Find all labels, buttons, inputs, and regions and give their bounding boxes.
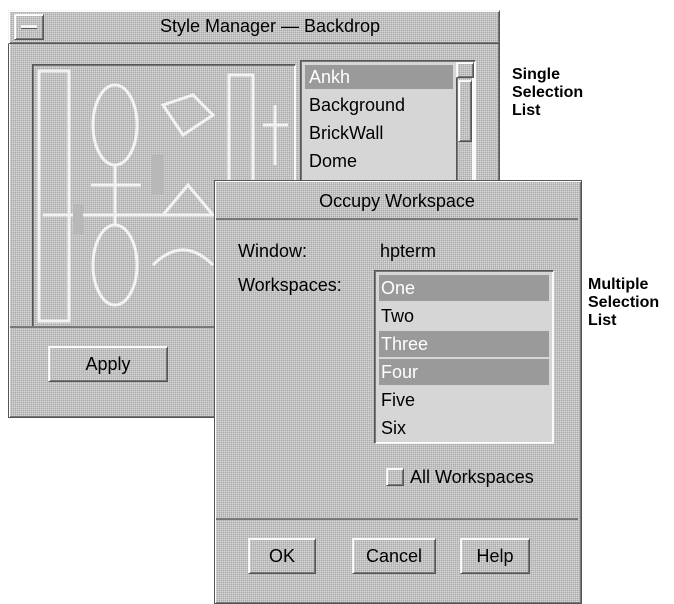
workspace-item-four[interactable]: Four: [379, 359, 549, 385]
annotation-line: Multiple: [588, 276, 649, 293]
workspace-item-six[interactable]: Six: [379, 415, 549, 441]
cancel-button[interactable]: Cancel: [352, 538, 436, 574]
style-manager-title: Style Manager — Backdrop: [159, 16, 381, 36]
ok-button[interactable]: OK: [248, 538, 316, 574]
dialog-title: Occupy Workspace: [319, 191, 475, 211]
multiple-selection-annotation: Multiple Selection List: [588, 276, 659, 330]
all-workspaces-checkbox[interactable]: [386, 468, 404, 486]
window-menu-icon: [21, 25, 37, 29]
window-menu-button[interactable]: [14, 14, 44, 40]
workspace-item-one[interactable]: One: [379, 275, 549, 301]
workspaces-label: Workspaces:: [238, 275, 342, 295]
annotation-line: Selection: [588, 294, 660, 311]
window-label: Window:: [238, 241, 308, 261]
annotation-line: Selection: [512, 84, 584, 101]
divider: [216, 218, 578, 220]
divider: [216, 518, 578, 520]
list-item[interactable]: Dome: [309, 149, 357, 173]
workspaces-list[interactable]: One Two Three Four Five Six: [374, 270, 554, 444]
all-workspaces-label[interactable]: All Workspaces: [410, 464, 534, 490]
workspace-item-two[interactable]: Two: [379, 303, 549, 329]
backdrop-list[interactable]: Ankh Background BrickWall Dome: [300, 60, 476, 190]
annotation-line: List: [588, 312, 617, 329]
scrollbar-thumb[interactable]: [458, 80, 472, 142]
list-item[interactable]: Ankh: [305, 65, 453, 89]
workspace-item-five[interactable]: Five: [379, 387, 549, 413]
workspace-item-three[interactable]: Three: [379, 331, 549, 357]
annotation-line: Single: [512, 66, 561, 83]
single-selection-annotation: Single Selection List: [512, 66, 583, 120]
scroll-up-arrow-icon[interactable]: [456, 62, 474, 78]
help-button[interactable]: Help: [460, 538, 530, 574]
apply-button[interactable]: Apply: [48, 346, 168, 382]
list-item[interactable]: BrickWall: [309, 121, 383, 145]
window-value: hpterm: [380, 241, 437, 261]
annotation-line: List: [512, 102, 541, 119]
list-item[interactable]: Background: [309, 93, 405, 117]
